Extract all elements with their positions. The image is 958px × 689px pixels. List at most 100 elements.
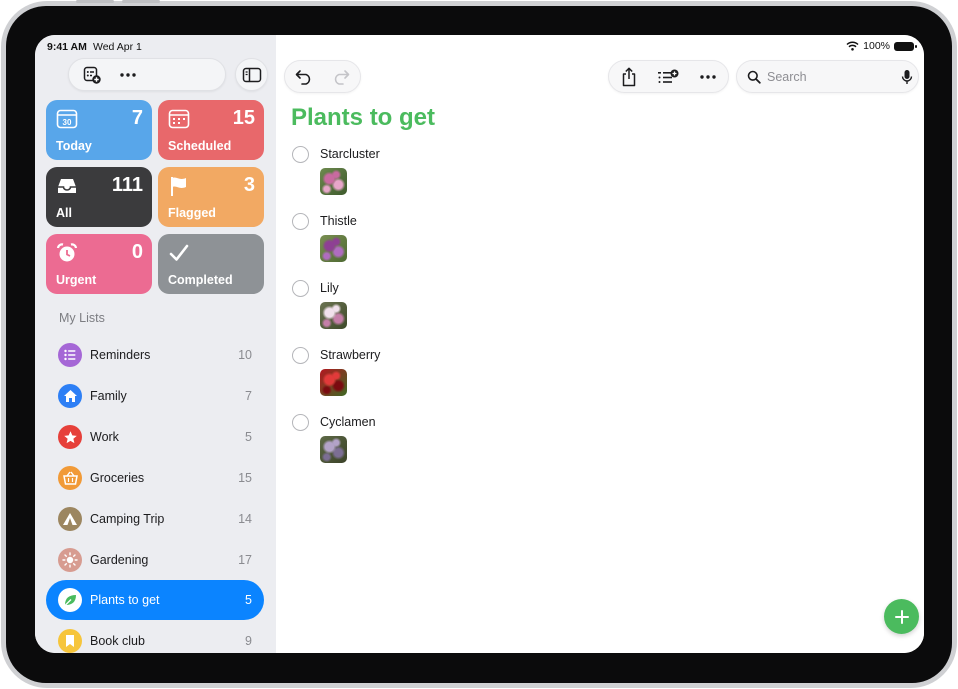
all-label: All (56, 206, 72, 220)
list-add-icon (658, 69, 679, 83)
today-label: Today (56, 139, 92, 153)
status-time: 9:41 AM (47, 41, 87, 53)
search-field[interactable] (736, 60, 919, 93)
smart-list-all[interactable]: 111 All (46, 167, 152, 227)
list-count: 9 (245, 634, 252, 648)
list-count: 17 (238, 553, 252, 567)
tray-icon (58, 179, 76, 193)
bookmark-icon (58, 629, 82, 653)
flag-icon (171, 177, 186, 196)
my-lists-heading: My Lists (59, 311, 105, 325)
ellipsis-icon (120, 72, 136, 77)
ellipsis-icon (700, 74, 716, 79)
complete-checkbox[interactable] (292, 280, 309, 297)
sidebar-item-groceries[interactable]: Groceries 15 (46, 458, 264, 498)
wifi-icon (846, 41, 859, 51)
photo-thumbnail[interactable] (320, 168, 347, 195)
sidebar-item-work[interactable]: Work 5 (46, 417, 264, 457)
reminder-title[interactable]: Thistle (320, 214, 357, 228)
smart-list-scheduled[interactable]: 15 Scheduled (158, 100, 264, 160)
search-input[interactable] (767, 69, 887, 84)
photo-thumbnail[interactable] (320, 369, 347, 396)
status-date: Wed Apr 1 (93, 41, 142, 53)
redo-button[interactable] (326, 62, 356, 92)
complete-checkbox[interactable] (292, 414, 309, 431)
house-icon (58, 384, 82, 408)
list-count: 14 (238, 512, 252, 526)
scheduled-count: 15 (232, 107, 255, 129)
list-name: Reminders (90, 348, 151, 362)
smart-list-today[interactable]: 30 7 Today (46, 100, 152, 160)
reminder-item: Cyclamen (292, 414, 692, 474)
toggle-sidebar-button[interactable] (235, 58, 268, 91)
reminder-title[interactable]: Strawberry (320, 348, 380, 362)
reminder-item: Strawberry (292, 347, 692, 407)
more-options-button[interactable] (693, 62, 723, 92)
flagged-count: 3 (243, 174, 255, 196)
sidebar-item-reminders[interactable]: Reminders 10 (46, 335, 264, 375)
screen: 9:41 AM Wed Apr 1 30 7 Today 15 Schedule… (35, 35, 924, 653)
list-name: Book club (90, 634, 145, 648)
all-count: 111 (111, 174, 143, 196)
smart-list-completed[interactable]: Completed (158, 234, 264, 294)
reminder-title[interactable]: Cyclamen (320, 415, 376, 429)
sidebar-item-gardening[interactable]: Gardening 17 (46, 540, 264, 580)
smart-list-urgent[interactable]: 0 Urgent (46, 234, 152, 294)
sidebar-item-book-club[interactable]: Book club 9 (46, 621, 264, 653)
smart-list-flagged[interactable]: 3 Flagged (158, 167, 264, 227)
reminder-item: Thistle (292, 213, 692, 273)
alarm-icon (56, 243, 78, 262)
share-button[interactable] (614, 62, 644, 92)
leaf-icon (58, 588, 82, 612)
list-bullet-icon (58, 343, 82, 367)
list-name: Camping Trip (90, 512, 165, 526)
volume-button (76, 0, 114, 3)
sidebar-item-camping-trip[interactable]: Camping Trip 14 (46, 499, 264, 539)
photo-thumbnail[interactable] (320, 235, 347, 262)
scheduled-label: Scheduled (168, 139, 232, 153)
sidebar-icon (242, 67, 261, 82)
completed-label: Completed (168, 273, 233, 287)
undo-button[interactable] (289, 62, 319, 92)
basket-icon (58, 466, 82, 490)
more-button[interactable] (113, 60, 143, 90)
list-count: 5 (245, 593, 252, 607)
photo-thumbnail[interactable] (320, 302, 347, 329)
undo-redo-group (284, 60, 361, 93)
list-count: 15 (238, 471, 252, 485)
photo-thumbnail[interactable] (320, 436, 347, 463)
today-count: 7 (131, 107, 143, 129)
share-icon (622, 67, 636, 86)
add-list-button[interactable] (77, 60, 107, 90)
sidebar-item-plants-to-get[interactable]: Plants to get 5 (46, 580, 264, 620)
complete-checkbox[interactable] (292, 347, 309, 364)
add-to-list-button[interactable] (653, 62, 683, 92)
complete-checkbox[interactable] (292, 213, 309, 230)
reminder-title[interactable]: Lily (320, 281, 339, 295)
reminder-item: Starcluster (292, 146, 692, 206)
list-name: Gardening (90, 553, 149, 567)
urgent-label: Urgent (56, 273, 97, 287)
reminder-item: Lily (292, 280, 692, 340)
microphone-icon[interactable] (901, 69, 913, 85)
svg-text:30: 30 (63, 118, 72, 127)
list-add-icon (83, 66, 101, 84)
list-count: 7 (245, 389, 252, 403)
urgent-count: 0 (131, 241, 143, 263)
flagged-label: Flagged (168, 206, 216, 220)
sidebar-toolbar (68, 58, 226, 91)
sidebar-item-family[interactable]: Family 7 (46, 376, 264, 416)
new-reminder-button[interactable] (884, 599, 919, 634)
redo-icon (335, 69, 350, 85)
star-icon (58, 425, 82, 449)
undo-icon (295, 69, 310, 85)
complete-checkbox[interactable] (292, 146, 309, 163)
list-name: Groceries (90, 471, 145, 485)
calendar-grid-icon (168, 109, 190, 129)
list-name: Plants to get (90, 593, 160, 607)
main-content: 100% Search Plants to get Starcluster Th… (276, 35, 924, 653)
action-group (608, 60, 729, 93)
list-count: 5 (245, 430, 252, 444)
plus-icon (894, 609, 909, 624)
reminder-title[interactable]: Starcluster (320, 147, 380, 161)
